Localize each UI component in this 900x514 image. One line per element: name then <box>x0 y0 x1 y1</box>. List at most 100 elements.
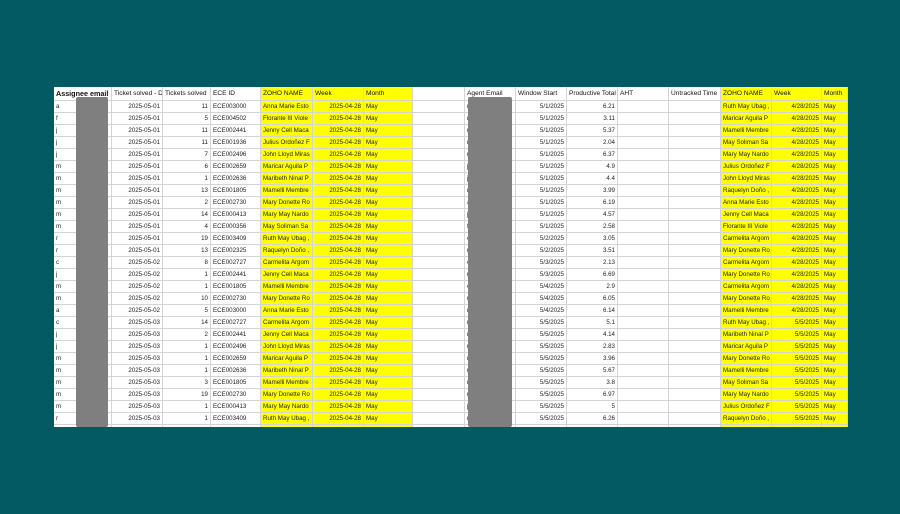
week-2-cell[interactable]: 5/5/2025 <box>772 413 822 425</box>
week-cell[interactable]: 2025-04-28 <box>313 389 364 401</box>
tickets-solved-cell[interactable]: 2 <box>163 329 211 341</box>
aht-cell[interactable] <box>618 377 669 389</box>
blank-cell[interactable] <box>413 401 465 413</box>
ticket-solved-date-cell[interactable]: 2025-05-01 <box>112 221 163 233</box>
aht-cell[interactable] <box>618 137 669 149</box>
tickets-solved-cell[interactable]: 4 <box>163 221 211 233</box>
productive-total-cell[interactable]: 2.83 <box>567 341 618 353</box>
window-start-cell[interactable]: 5/5/2025 <box>516 389 567 401</box>
month-cell[interactable]: May <box>364 137 413 149</box>
zoho-name-2-cell[interactable]: Anna Marie Esto <box>721 425 772 427</box>
untracked-time-cell[interactable] <box>669 245 721 257</box>
ece-id-cell[interactable]: ECE001936 <box>211 137 261 149</box>
untracked-time-cell[interactable] <box>669 329 721 341</box>
zoho-name-2-cell[interactable]: Mary Donette Ro <box>721 353 772 365</box>
tickets-solved-cell[interactable]: 14 <box>163 209 211 221</box>
header-blank[interactable] <box>413 87 465 101</box>
ece-id-cell[interactable]: ECE000413 <box>211 209 261 221</box>
ticket-solved-date-cell[interactable]: 2025-05-03 <box>112 413 163 425</box>
week-2-cell[interactable]: 4/28/2025 <box>772 221 822 233</box>
ticket-solved-date-cell[interactable]: 2025-05-03 <box>112 389 163 401</box>
zoho-name-2-cell[interactable]: Carmelita Argom <box>721 257 772 269</box>
zoho-name-2-cell[interactable]: Mary Donette Ro <box>721 293 772 305</box>
productive-total-cell[interactable]: 6.37 <box>567 149 618 161</box>
window-start-cell[interactable]: 5/1/2025 <box>516 113 567 125</box>
month-cell[interactable]: May <box>364 389 413 401</box>
tickets-solved-cell[interactable]: 19 <box>163 389 211 401</box>
blank-cell[interactable] <box>413 173 465 185</box>
zoho-name-2-cell[interactable]: Maricar Aguila P <box>721 113 772 125</box>
week-2-cell[interactable]: 5/5/2025 <box>772 389 822 401</box>
ece-id-cell[interactable]: ECE002496 <box>211 341 261 353</box>
window-start-cell[interactable]: 5/2/2025 <box>516 233 567 245</box>
header-window-start[interactable]: Window Start <box>516 87 567 101</box>
tickets-solved-cell[interactable]: 5 <box>163 305 211 317</box>
week-cell[interactable]: 2025-04-28 <box>313 341 364 353</box>
zoho-name-cell[interactable]: Raquelyn Doño , <box>261 425 313 427</box>
aht-cell[interactable] <box>618 221 669 233</box>
zoho-name-2-cell[interactable]: Ruth May Ubag , <box>721 101 772 113</box>
tickets-solved-cell[interactable]: 1 <box>163 173 211 185</box>
aht-cell[interactable] <box>618 125 669 137</box>
zoho-name-2-cell[interactable]: Jenny Cell Maca <box>721 209 772 221</box>
zoho-name-2-cell[interactable]: Julius Ordoñez F <box>721 401 772 413</box>
header-week-2[interactable]: Week <box>772 87 822 101</box>
window-start-cell[interactable]: 5/1/2025 <box>516 209 567 221</box>
ticket-solved-date-cell[interactable]: 2025-05-01 <box>112 185 163 197</box>
ticket-solved-date-cell[interactable]: 2025-05-02 <box>112 293 163 305</box>
blank-cell[interactable] <box>413 317 465 329</box>
week-cell[interactable]: 2025-04-28 <box>313 137 364 149</box>
blank-cell[interactable] <box>413 377 465 389</box>
ticket-solved-date-cell[interactable]: 2025-05-03 <box>112 353 163 365</box>
productive-total-cell[interactable]: 2.04 <box>567 137 618 149</box>
tickets-solved-cell[interactable]: 1 <box>163 341 211 353</box>
ticket-solved-date-cell[interactable]: 2025-05-01 <box>112 161 163 173</box>
ece-id-cell[interactable]: ECE002636 <box>211 365 261 377</box>
productive-total-cell[interactable]: 5 <box>567 401 618 413</box>
zoho-name-cell[interactable]: May Soliman Sa <box>261 221 313 233</box>
month-2-cell[interactable]: May <box>822 125 848 137</box>
ticket-solved-date-cell[interactable]: 2025-05-01 <box>112 101 163 113</box>
month-cell[interactable]: May <box>364 317 413 329</box>
zoho-name-2-cell[interactable]: May Soliman Sa <box>721 137 772 149</box>
week-2-cell[interactable]: 4/28/2025 <box>772 137 822 149</box>
ece-id-cell[interactable]: ECE003000 <box>211 305 261 317</box>
zoho-name-cell[interactable]: Maricar Aguila P <box>261 161 313 173</box>
productive-total-cell[interactable]: 3.05 <box>567 233 618 245</box>
blank-cell[interactable] <box>413 185 465 197</box>
zoho-name-cell[interactable]: Mary Donette Ro <box>261 197 313 209</box>
ece-id-cell[interactable]: ECE002727 <box>211 257 261 269</box>
month-2-cell[interactable]: May <box>822 425 848 427</box>
ece-id-cell[interactable]: ECE002730 <box>211 389 261 401</box>
untracked-time-cell[interactable] <box>669 425 721 427</box>
week-cell[interactable]: 2025-04-28 <box>313 377 364 389</box>
month-2-cell[interactable]: May <box>822 113 848 125</box>
month-cell[interactable]: May <box>364 113 413 125</box>
ece-id-cell[interactable]: ECE002441 <box>211 329 261 341</box>
tickets-solved-cell[interactable]: 1 <box>163 425 211 427</box>
untracked-time-cell[interactable] <box>669 125 721 137</box>
untracked-time-cell[interactable] <box>669 101 721 113</box>
untracked-time-cell[interactable] <box>669 209 721 221</box>
untracked-time-cell[interactable] <box>669 293 721 305</box>
productive-total-cell[interactable]: 3.99 <box>567 185 618 197</box>
month-cell[interactable]: May <box>364 329 413 341</box>
window-start-cell[interactable]: 5/5/2025 <box>516 317 567 329</box>
untracked-time-cell[interactable] <box>669 233 721 245</box>
blank-cell[interactable] <box>413 161 465 173</box>
header-aht[interactable]: AHT <box>618 87 669 101</box>
aht-cell[interactable] <box>618 413 669 425</box>
window-start-cell[interactable]: 5/4/2025 <box>516 305 567 317</box>
week-cell[interactable]: 2025-04-28 <box>313 293 364 305</box>
zoho-name-2-cell[interactable]: Raquelyn Doño , <box>721 185 772 197</box>
week-2-cell[interactable]: 4/28/2025 <box>772 245 822 257</box>
month-2-cell[interactable]: May <box>822 365 848 377</box>
week-cell[interactable]: 2025-04-28 <box>313 101 364 113</box>
month-2-cell[interactable]: May <box>822 161 848 173</box>
aht-cell[interactable] <box>618 281 669 293</box>
month-2-cell[interactable]: May <box>822 281 848 293</box>
zoho-name-cell[interactable]: Anna Marie Esto <box>261 305 313 317</box>
blank-cell[interactable] <box>413 329 465 341</box>
window-start-cell[interactable]: 5/1/2025 <box>516 161 567 173</box>
ece-id-cell[interactable]: ECE002325 <box>211 245 261 257</box>
